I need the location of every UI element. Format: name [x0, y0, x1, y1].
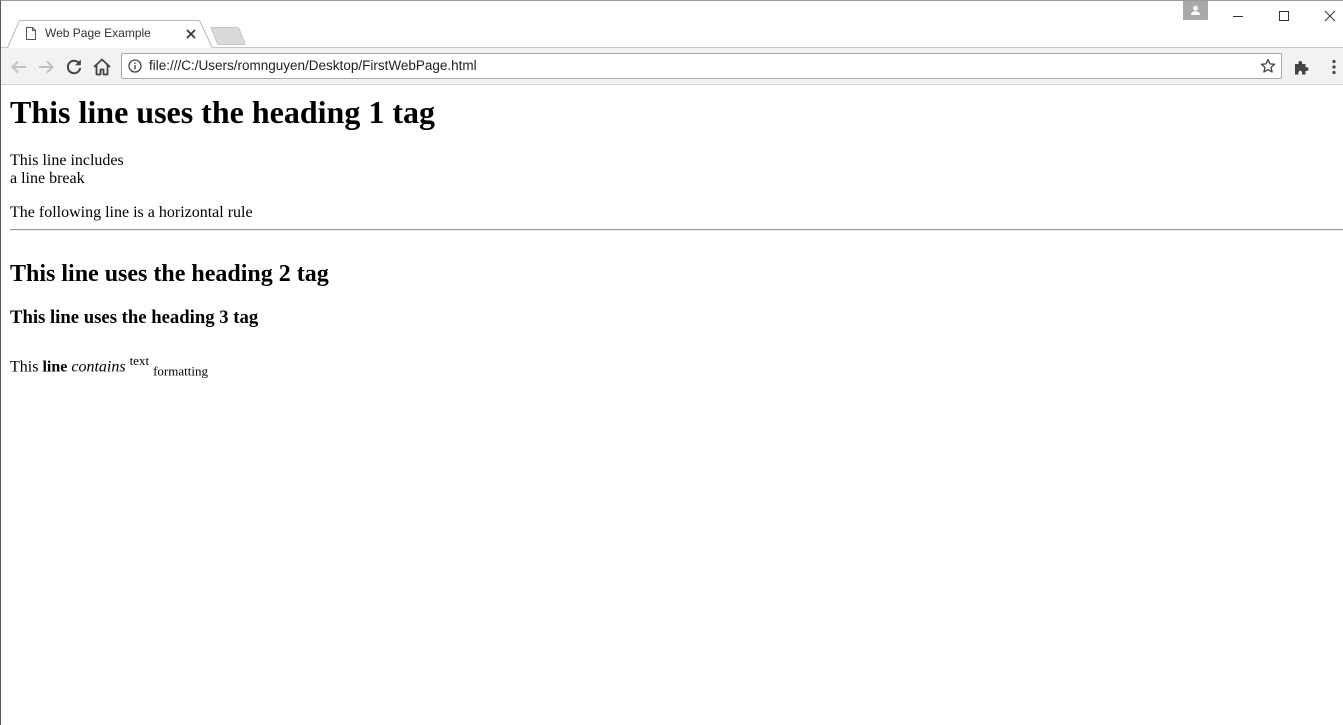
close-icon: [1324, 10, 1336, 22]
menu-button[interactable]: [1323, 56, 1343, 78]
heading-2: This line uses the heading 2 tag: [10, 261, 329, 287]
page-icon: [26, 27, 36, 40]
superscript-text: text: [129, 353, 150, 368]
heading-1: This line uses the heading 1 tag: [10, 94, 435, 130]
star-icon[interactable]: [1260, 58, 1276, 74]
minimize-icon: [1233, 16, 1243, 17]
more-vert-icon: [1332, 59, 1336, 75]
italic-text: contains: [71, 358, 126, 376]
person-icon: [1191, 5, 1200, 15]
bold-text: line: [42, 358, 68, 376]
browser-toolbar: file:///C:/Users/romnguyen/Desktop/First…: [1, 48, 1343, 85]
horizontal-rule: [10, 229, 1343, 231]
tab-strip: Web Page Example: [1, 1, 1343, 48]
tab-title: Web Page Example: [45, 26, 151, 40]
browser-window: Web Page Example file:///C:/Users/romngu…: [0, 0, 1343, 725]
line-break-text-2: a line break: [10, 170, 85, 187]
plain-text: This: [10, 358, 43, 376]
subscript-text: formatting: [153, 363, 208, 379]
close-window-button[interactable]: [1307, 1, 1343, 29]
tab-active[interactable]: Web Page Example: [7, 20, 213, 48]
line-break-text-1: This line includes: [10, 152, 124, 169]
address-bar-url[interactable]: file:///C:/Users/romnguyen/Desktop/First…: [149, 58, 477, 73]
close-icon[interactable]: [184, 27, 198, 41]
heading-3: This line uses the heading 3 tag: [10, 307, 259, 328]
minimize-button[interactable]: [1215, 1, 1261, 29]
home-button[interactable]: [91, 56, 113, 78]
reload-icon: [66, 59, 82, 75]
forward-button[interactable]: [35, 56, 57, 78]
reload-button[interactable]: [63, 56, 85, 78]
address-bar[interactable]: file:///C:/Users/romnguyen/Desktop/First…: [121, 53, 1282, 79]
arrow-right-icon: [39, 60, 54, 74]
maximize-button[interactable]: [1261, 1, 1307, 29]
page-content: This line uses the heading 1 tag This li…: [1, 86, 1343, 725]
extensions-button[interactable]: [1291, 56, 1313, 78]
arrow-left-icon: [11, 60, 26, 74]
profile-button[interactable]: [1183, 1, 1208, 20]
hr-intro-paragraph: The following line is a horizontal rule: [10, 204, 253, 221]
line-break-paragraph: This line includes a line break: [10, 152, 124, 188]
new-tab-button[interactable]: [209, 27, 249, 45]
home-icon: [93, 58, 111, 76]
puzzle-icon: [1295, 61, 1309, 75]
back-button[interactable]: [8, 56, 30, 78]
info-icon[interactable]: [128, 59, 142, 73]
formatting-paragraph: This line contains text formatting: [10, 351, 208, 382]
maximize-icon: [1279, 11, 1289, 21]
